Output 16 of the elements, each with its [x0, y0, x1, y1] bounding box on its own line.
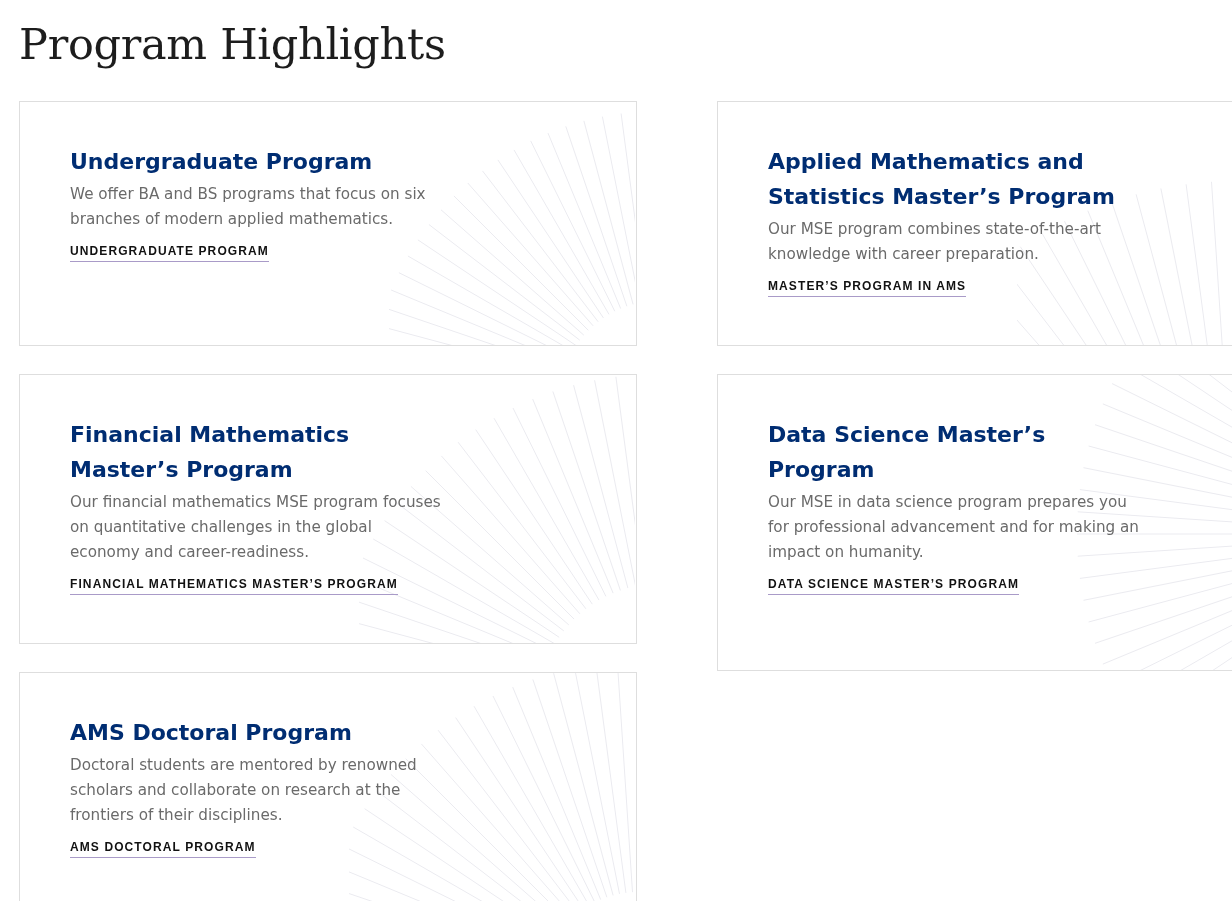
- page-heading: Program Highlights: [19, 20, 446, 68]
- card-title: Financial Mathematics Master’s Program: [70, 421, 351, 484]
- card-description: Our financial mathematics MSE program focuses on quantitative challenges in the global economy and career-readiness.: [70, 492, 442, 563]
- card-title: AMS Doctoral Program: [70, 719, 353, 747]
- card-title: Applied Mathematics and Statistics Master’s Program: [768, 148, 1116, 211]
- card-title: Data Science Master’s Program: [768, 421, 1047, 484]
- program-link[interactable]: FINANCIAL MATHEMATICS MASTER’S PROGRAM: [70, 577, 398, 595]
- program-link[interactable]: AMS DOCTORAL PROGRAM: [70, 840, 256, 858]
- card-description: Our MSE program combines state-of-the-art knowledge with career preparation.: [768, 219, 1102, 265]
- program-link[interactable]: MASTER’S PROGRAM IN AMS: [768, 279, 967, 297]
- program-link[interactable]: UNDERGRADUATE PROGRAM: [70, 244, 269, 262]
- program-link[interactable]: DATA SCIENCE MASTER’S PROGRAM: [768, 577, 1020, 595]
- card-description: We offer BA and BS programs that focus on six branches of modern applied mathematics.: [70, 184, 427, 230]
- card-description: Doctoral students are mentored by renowned scholars and collaborate on research at the frontiers of their disciplines.: [70, 755, 418, 826]
- card-title: Undergraduate Program: [70, 148, 374, 176]
- card-description: Our MSE in data science program prepares you for professional advancement and for making an impact on humanity.: [768, 492, 1140, 563]
